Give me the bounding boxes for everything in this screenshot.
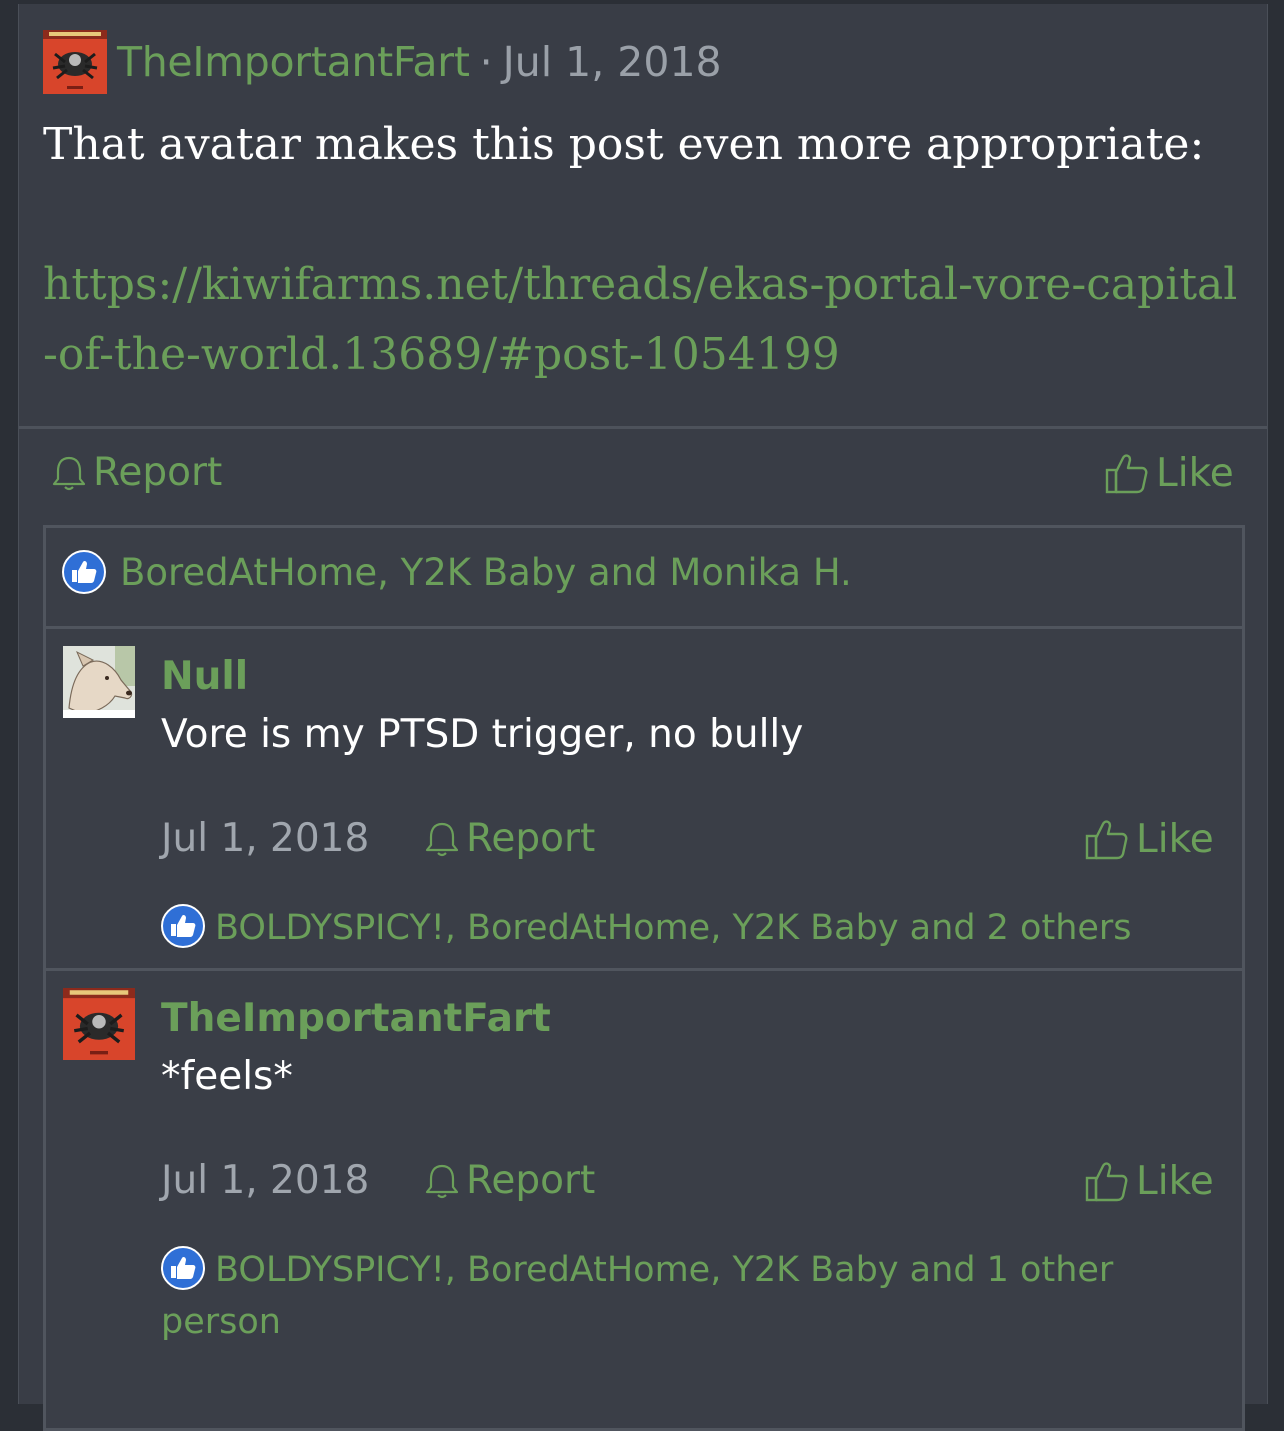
like-button[interactable]: Like bbox=[1104, 450, 1234, 496]
comment-report-label: Report bbox=[466, 816, 596, 861]
post-author-link[interactable]: TheImportantFart bbox=[117, 38, 470, 86]
comment-like-button[interactable]: Like bbox=[1084, 816, 1214, 862]
comment-text: Vore is my PTSD trigger, no bully bbox=[161, 712, 804, 757]
comment-date[interactable]: Jul 1, 2018 bbox=[161, 1158, 369, 1203]
thumbs-up-icon bbox=[1105, 454, 1148, 494]
like-reaction-icon bbox=[161, 1246, 205, 1290]
author-avatar[interactable] bbox=[43, 30, 107, 94]
post-date[interactable]: Jul 1, 2018 bbox=[503, 38, 722, 86]
comment-text: *feels* bbox=[161, 1054, 293, 1099]
post-reactions-text[interactable]: BoredAtHome, Y2K Baby and Monika H. bbox=[120, 551, 852, 594]
null-avatar[interactable] bbox=[63, 646, 135, 718]
bell-icon bbox=[425, 822, 459, 856]
post-reactions[interactable]: BoredAtHome, Y2K Baby and Monika H. bbox=[62, 550, 852, 594]
report-button[interactable]: Report bbox=[51, 450, 222, 495]
comment-reactions-text[interactable]: BOLDYSPICY!, BoredAtHome, Y2K Baby and 2… bbox=[215, 908, 1132, 948]
post-card: TheImportantFart · Jul 1, 2018 That avat… bbox=[18, 4, 1268, 1431]
comment-reactions-text[interactable]: BOLDYSPICY!, BoredAtHome, Y2K Baby and 1… bbox=[161, 1250, 1113, 1342]
post-divider bbox=[19, 426, 1267, 429]
author-avatar[interactable] bbox=[63, 988, 135, 1060]
bell-icon bbox=[52, 456, 86, 490]
comment-report-button[interactable]: Report bbox=[424, 1158, 595, 1203]
post-body: That avatar makes this post even more ap… bbox=[43, 110, 1243, 390]
comment-report-label: Report bbox=[466, 1158, 596, 1203]
comment-like-label: Like bbox=[1136, 816, 1214, 862]
comment-reactions[interactable]: BOLDYSPICY!, BoredAtHome, Y2K Baby and 2… bbox=[161, 902, 1221, 954]
comment-author-link[interactable]: Null bbox=[161, 654, 248, 699]
bell-icon bbox=[425, 1164, 459, 1198]
like-reaction-icon bbox=[62, 550, 106, 594]
post-link[interactable]: https://kiwifarms.net/threads/ekas-porta… bbox=[43, 250, 1243, 390]
comment-like-button[interactable]: Like bbox=[1084, 1158, 1214, 1204]
report-label: Report bbox=[93, 450, 223, 495]
comment-date[interactable]: Jul 1, 2018 bbox=[161, 816, 369, 861]
reactions-and-comments: BoredAtHome, Y2K Baby and Monika H. Null… bbox=[43, 525, 1245, 1431]
comment-divider bbox=[46, 968, 1242, 971]
header-separator: · bbox=[479, 38, 493, 86]
comment-reactions[interactable]: BOLDYSPICY!, BoredAtHome, Y2K Baby and 1… bbox=[161, 1244, 1221, 1348]
comment-author-link[interactable]: TheImportantFart bbox=[161, 996, 551, 1041]
comment-like-label: Like bbox=[1136, 1158, 1214, 1204]
thumbs-up-icon bbox=[1085, 820, 1128, 860]
thumbs-up-icon bbox=[1085, 1162, 1128, 1202]
post-header: TheImportantFart · Jul 1, 2018 bbox=[43, 30, 722, 94]
comment-report-button[interactable]: Report bbox=[424, 816, 595, 861]
post-text: That avatar makes this post even more ap… bbox=[43, 119, 1205, 170]
like-label: Like bbox=[1156, 450, 1234, 496]
reactions-divider bbox=[46, 626, 1242, 629]
like-reaction-icon bbox=[161, 904, 205, 948]
